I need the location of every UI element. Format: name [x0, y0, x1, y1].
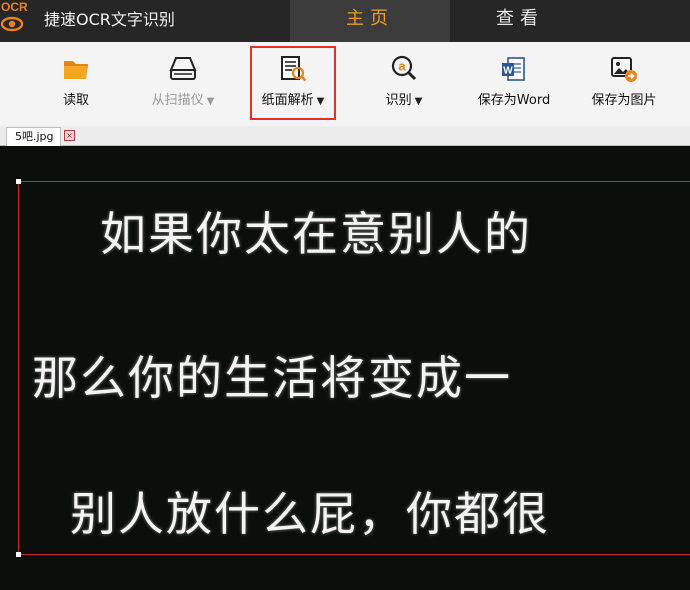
- folder-icon: [64, 61, 88, 79]
- title-bar: OCR 捷速OCR文字识别 主页 查看: [0, 0, 690, 42]
- read-button[interactable]: 读取: [40, 42, 112, 126]
- file-tab-label: 5吧.jpg: [15, 130, 54, 143]
- read-label: 读取: [62, 93, 89, 108]
- save-image-icon: [611, 57, 637, 82]
- ocr-logo-icon: OCR: [0, 0, 30, 38]
- save-image-button[interactable]: 保存为图片: [584, 42, 664, 126]
- image-canvas[interactable]: 如果你太在意别人的 那么你的生活将变成一 别人放什么屁，你都很: [0, 146, 690, 590]
- app-title: 捷速OCR文字识别: [44, 10, 175, 29]
- ribbon-toolbar: 读取 从扫描仪 ▼ 纸面解析 ▼ a 识别 ▼ W 保存为Word 保存为图片: [0, 42, 690, 127]
- scan-label: 从扫描仪: [151, 93, 204, 108]
- file-tab[interactable]: 5吧.jpg: [6, 127, 61, 146]
- selection-handle-bottom-left[interactable]: [16, 552, 21, 557]
- svg-text:W: W: [503, 66, 513, 77]
- file-tab-close-icon[interactable]: ×: [64, 130, 75, 141]
- recognize-dropdown-icon: ▼: [414, 96, 423, 107]
- selection-rectangle[interactable]: [18, 181, 690, 555]
- save-word-label: 保存为Word: [477, 93, 551, 108]
- recognize-magnifier-icon: a: [391, 55, 417, 81]
- save-word-button[interactable]: W 保存为Word: [468, 42, 560, 126]
- svg-text:a: a: [398, 59, 406, 74]
- scan-dropdown-icon: ▼: [206, 96, 215, 107]
- tab-view[interactable]: 查看: [450, 0, 590, 42]
- scan-button[interactable]: 从扫描仪 ▼: [142, 42, 224, 126]
- highlight-box: [250, 46, 336, 120]
- save-image-label: 保存为图片: [591, 93, 657, 108]
- word-document-icon: W: [502, 57, 525, 81]
- scanner-icon: [169, 57, 197, 80]
- selection-handle-top-left[interactable]: [16, 179, 21, 184]
- file-tab-strip: 5吧.jpg ×: [0, 126, 690, 146]
- tab-home[interactable]: 主页: [290, 0, 450, 42]
- recognize-button[interactable]: a 识别 ▼: [366, 42, 442, 126]
- recognize-label: 识别: [385, 93, 412, 108]
